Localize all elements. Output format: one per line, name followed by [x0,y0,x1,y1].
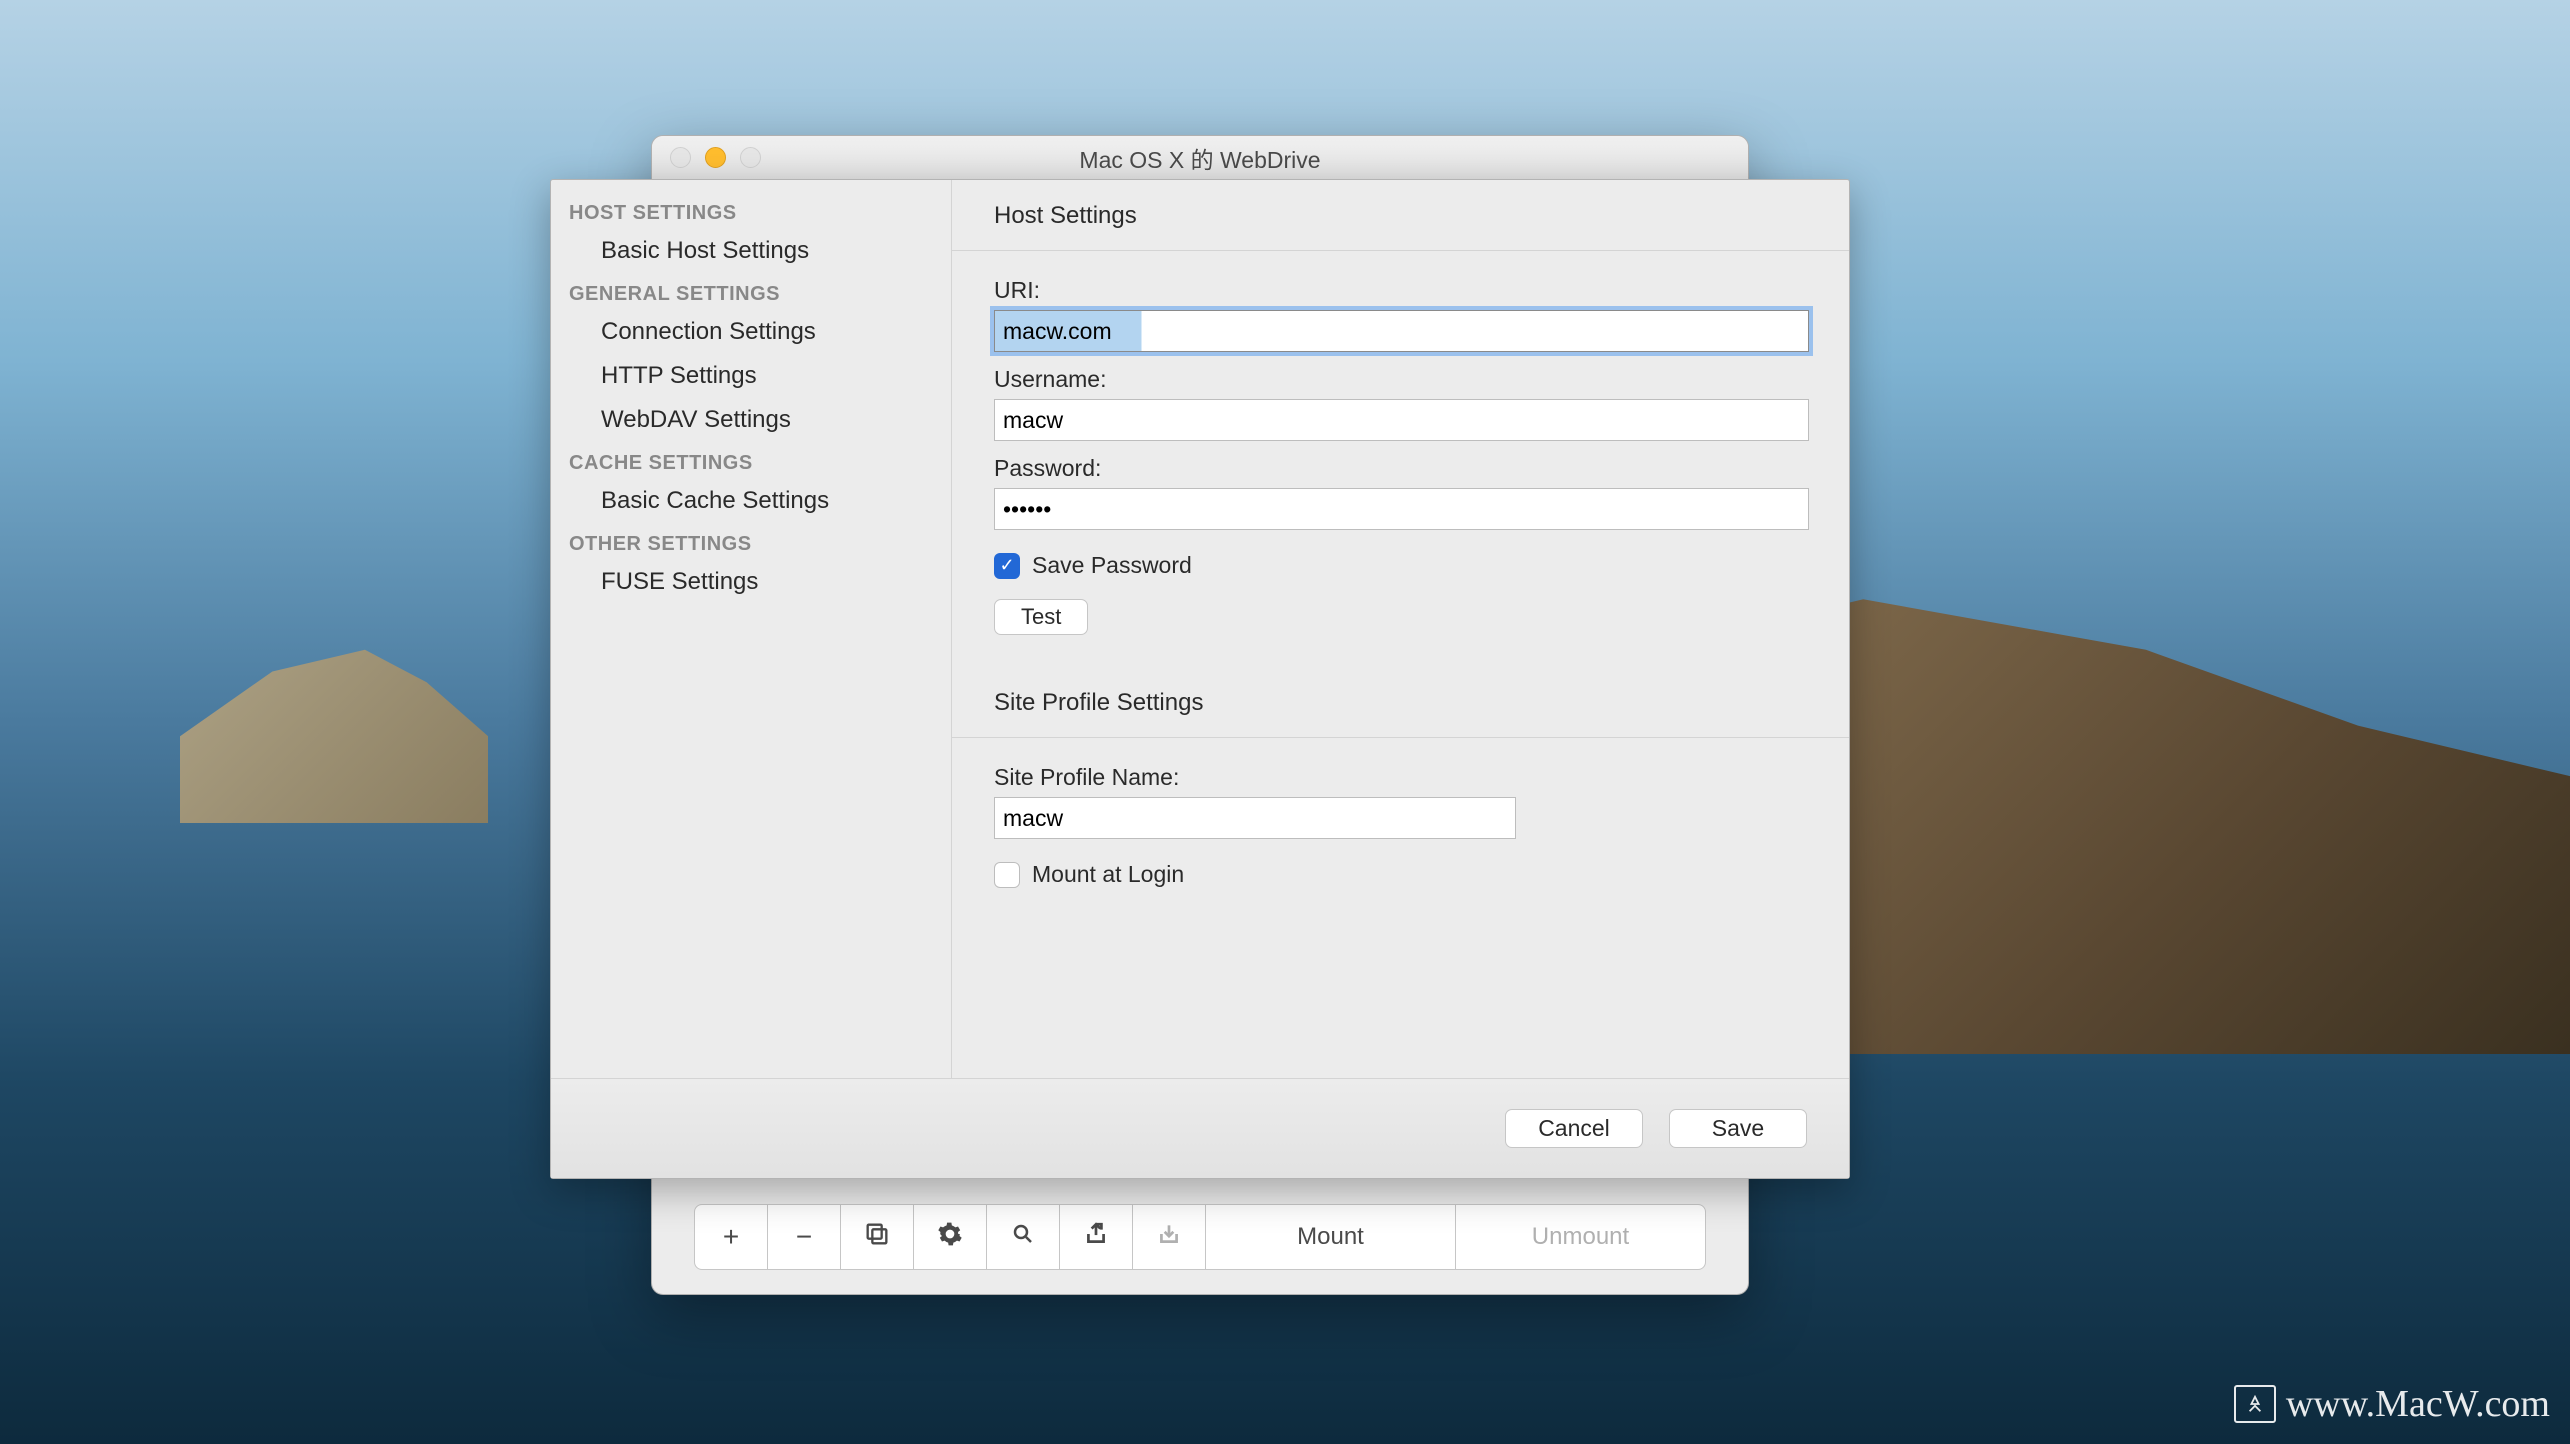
import-button[interactable] [1133,1205,1206,1269]
mount-login-checkbox[interactable] [994,862,1020,888]
sidebar-header-cache: CACHE SETTINGS [551,442,951,479]
duplicate-button[interactable] [841,1205,914,1269]
sheet-body: HOST SETTINGS Basic Host Settings GENERA… [551,180,1849,1078]
save-password-checkbox[interactable]: ✓ [994,553,1020,579]
site-profile-title: Site Profile Settings [952,667,1849,738]
save-button[interactable]: Save [1669,1109,1807,1148]
mount-login-label: Mount at Login [1032,861,1184,888]
sidebar-item-basic-host[interactable]: Basic Host Settings [551,229,951,273]
test-button[interactable]: Test [994,599,1088,635]
uri-label: URI: [994,277,1809,304]
site-profile-form: Site Profile Name: Mount at Login [952,738,1849,918]
uri-input[interactable] [994,310,1809,352]
bottom-toolbar: + − [694,1204,1706,1270]
profile-name-label: Site Profile Name: [994,764,1809,791]
save-password-label: Save Password [1032,552,1192,579]
titlebar: Mac OS X 的 WebDrive [652,136,1748,180]
sidebar-header-general: GENERAL SETTINGS [551,273,951,310]
sidebar-item-basic-cache[interactable]: Basic Cache Settings [551,479,951,523]
export-button[interactable] [1060,1205,1133,1269]
settings-sidebar: HOST SETTINGS Basic Host Settings GENERA… [551,180,952,1078]
save-label: Save [1712,1115,1764,1141]
sidebar-header-other: OTHER SETTINGS [551,523,951,560]
add-button[interactable]: + [695,1205,768,1269]
magnify-icon [1011,1221,1035,1253]
sidebar-item-http[interactable]: HTTP Settings [551,354,951,398]
username-label: Username: [994,366,1809,393]
remove-button[interactable]: − [768,1205,841,1269]
inspect-button[interactable] [987,1205,1060,1269]
window-title: Mac OS X 的 WebDrive [652,141,1748,175]
background-decor [180,606,488,823]
mount-button[interactable]: Mount [1206,1205,1456,1269]
watermark-text: www.MacW.com [2286,1382,2550,1426]
watermark: www.MacW.com [2234,1382,2550,1426]
minus-icon: − [796,1221,812,1253]
check-icon: ✓ [999,555,1014,576]
password-input[interactable] [994,488,1809,530]
settings-content: Host Settings URI: Username: Password: ✓… [952,180,1849,1078]
watermark-icon [2234,1385,2276,1423]
unmount-label: Unmount [1532,1223,1629,1251]
test-label: Test [1021,604,1061,629]
cancel-label: Cancel [1538,1115,1610,1141]
password-label: Password: [994,455,1809,482]
sheet-footer: Cancel Save [551,1078,1849,1178]
username-input[interactable] [994,399,1809,441]
plus-icon: + [723,1221,739,1253]
import-icon [1156,1221,1182,1254]
unmount-button[interactable]: Unmount [1456,1205,1705,1269]
settings-sheet: HOST SETTINGS Basic Host Settings GENERA… [550,179,1850,1179]
sidebar-header-host: HOST SETTINGS [551,192,951,229]
profile-name-input[interactable] [994,797,1516,839]
mount-login-row[interactable]: Mount at Login [994,861,1809,888]
gear-icon [937,1221,963,1254]
copy-icon [863,1220,891,1255]
mount-label: Mount [1297,1223,1364,1251]
host-settings-title: Host Settings [952,180,1849,251]
save-password-row[interactable]: ✓ Save Password [994,552,1809,579]
sidebar-item-webdav[interactable]: WebDAV Settings [551,398,951,442]
sidebar-item-connection[interactable]: Connection Settings [551,310,951,354]
export-icon [1083,1221,1109,1254]
sidebar-item-fuse[interactable]: FUSE Settings [551,560,951,604]
settings-button[interactable] [914,1205,987,1269]
host-settings-form: URI: Username: Password: ✓ Save Password… [952,251,1849,645]
cancel-button[interactable]: Cancel [1505,1109,1643,1148]
